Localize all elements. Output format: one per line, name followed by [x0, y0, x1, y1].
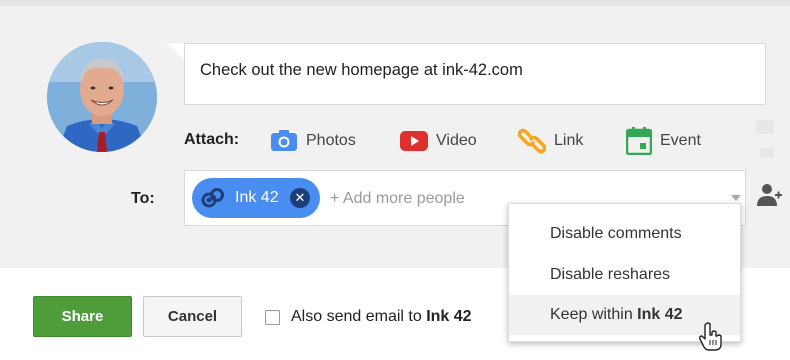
remove-recipient-icon[interactable]: ✕	[290, 188, 310, 208]
share-button[interactable]: Share	[33, 296, 132, 337]
chevron-down-icon[interactable]	[731, 195, 741, 201]
calendar-icon	[626, 127, 652, 155]
attach-photos-label: Photos	[306, 132, 356, 149]
send-email-target: Ink 42	[426, 308, 472, 325]
send-email-label: Also send email to Ink 42	[291, 308, 472, 326]
menu-item-disable-comments[interactable]: Disable comments	[509, 214, 740, 254]
add-person-icon[interactable]	[756, 182, 782, 208]
avatar-photo	[47, 42, 157, 152]
send-email-prefix: Also send email to	[291, 308, 427, 325]
attach-event-label: Event	[660, 132, 701, 149]
attach-video-button[interactable]: Video	[400, 127, 477, 155]
add-people-input[interactable]: + Add more people	[330, 190, 465, 208]
hand-cursor-icon	[699, 322, 722, 351]
recipient-chip[interactable]: Ink 42 ✕	[192, 178, 320, 218]
circles-icon	[201, 188, 224, 208]
menu-item-disable-reshares[interactable]: Disable reshares	[509, 255, 740, 295]
attach-label: Attach:	[184, 131, 240, 148]
menu-item-label: Keep within	[550, 306, 638, 323]
attach-link-button[interactable]: Link	[518, 127, 583, 155]
avatar	[47, 42, 157, 152]
post-box-notch	[166, 43, 184, 59]
video-icon	[400, 131, 428, 151]
menu-item-label-bold: Ink 42	[637, 306, 683, 323]
to-label: To:	[131, 190, 155, 207]
post-text[interactable]: Check out the new homepage at ink-42.com	[200, 61, 523, 80]
menu-item-label: Disable comments	[550, 225, 682, 242]
attach-video-label: Video	[436, 132, 477, 149]
recipient-chip-label: Ink 42	[235, 189, 279, 206]
panel-scroll-handle-lower	[760, 148, 774, 158]
camera-icon	[271, 130, 297, 151]
link-icon	[518, 128, 546, 154]
send-email-checkbox[interactable]	[265, 310, 280, 325]
attach-photos-button[interactable]: Photos	[270, 127, 356, 155]
attach-event-button[interactable]: Event	[626, 127, 701, 155]
panel-scroll-handle	[756, 120, 774, 134]
menu-item-label: Disable reshares	[550, 266, 671, 283]
cancel-button[interactable]: Cancel	[143, 296, 242, 337]
attach-link-label: Link	[554, 132, 584, 149]
